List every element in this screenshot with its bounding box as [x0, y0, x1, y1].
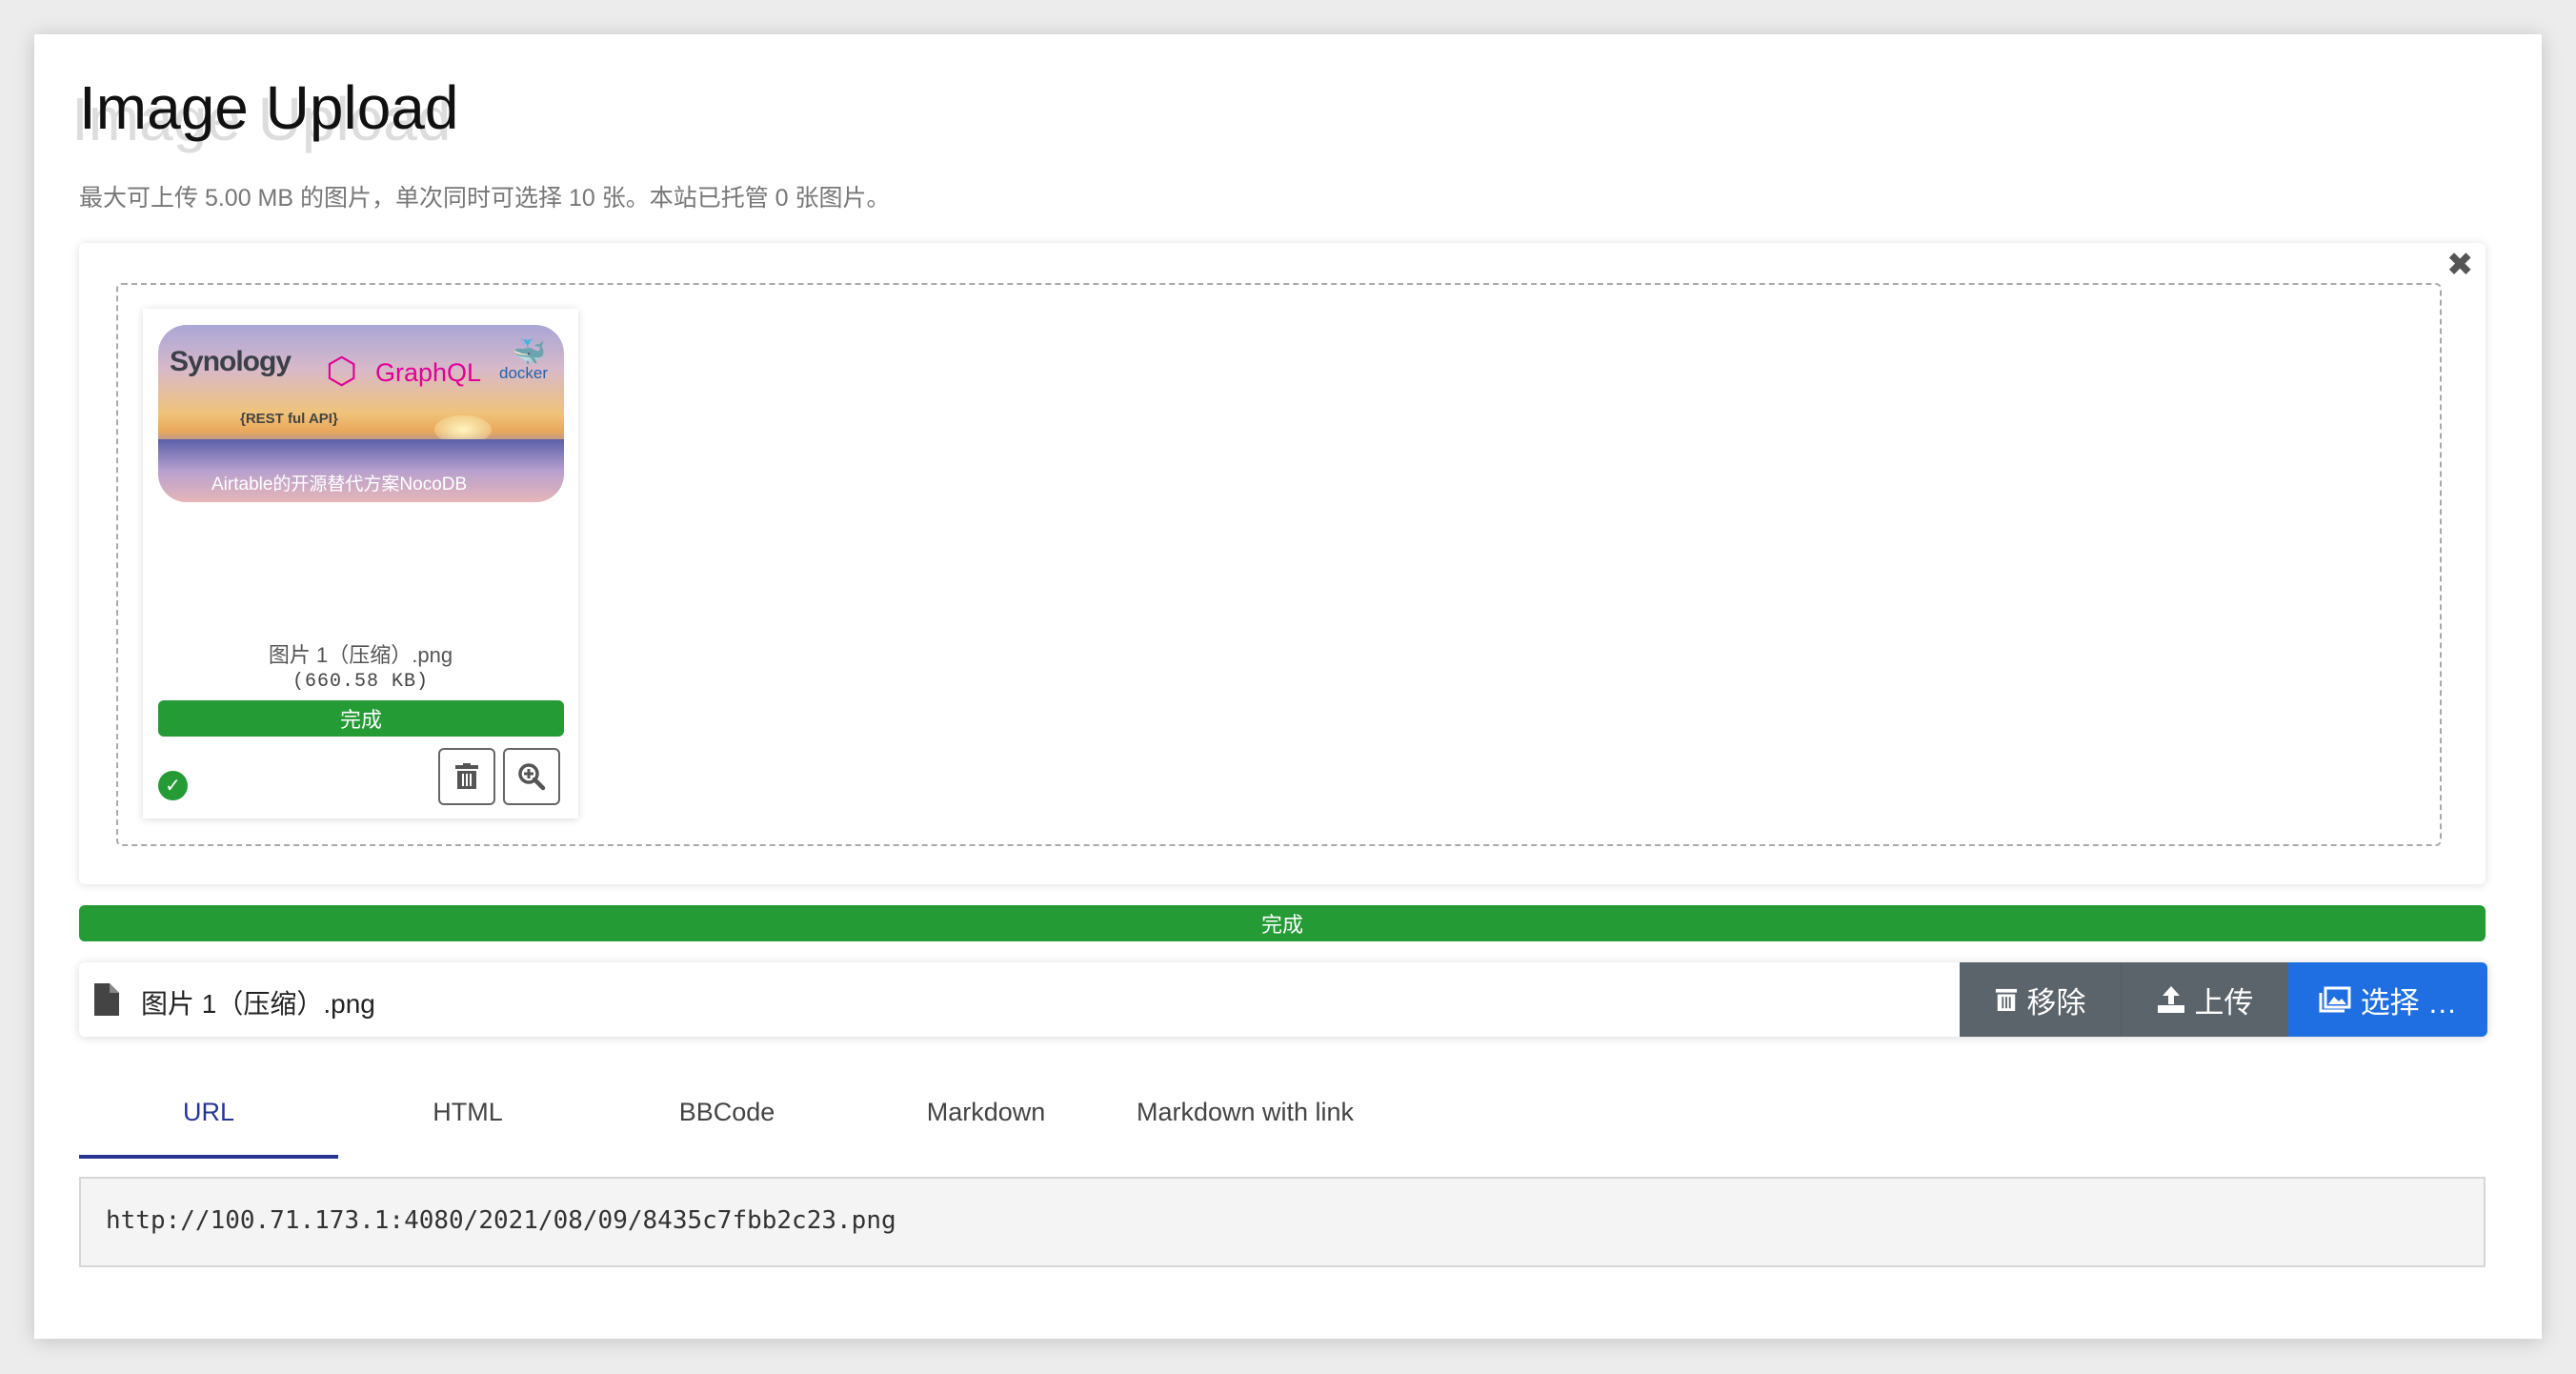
success-check-icon: ✓: [158, 771, 188, 800]
overall-progress-bar: 完成: [79, 905, 2485, 941]
tab-html[interactable]: HTML: [338, 1086, 597, 1157]
zoom-in-icon: [518, 763, 546, 791]
tab-markdown-with-link[interactable]: Markdown with link: [1116, 1086, 1375, 1157]
page-title: Image Upload: [79, 73, 459, 142]
overall-progress-fill: 完成: [79, 905, 2485, 941]
file-progress-fill: 完成: [158, 700, 564, 737]
trash-icon: [1995, 988, 2017, 1011]
tab-bbcode[interactable]: BBCode: [597, 1086, 856, 1157]
image-icon: [2319, 986, 2351, 1013]
preview-image: Synology ⬡ GraphQL 🐳 docker {REST ful AP…: [158, 325, 564, 502]
image-caption: Airtable的开源替代方案NocoDB: [211, 475, 468, 495]
zoom-preview-button[interactable]: [503, 748, 560, 805]
image-logo-text: GraphQL: [375, 358, 482, 387]
preview-filesize: (660.58 KB): [292, 671, 430, 693]
upload-limits-text: 最大可上传 5.00 MB 的图片，单次同时可选择 10 张。本站已托管 0 张…: [79, 185, 891, 212]
tab-url[interactable]: URL: [79, 1086, 338, 1159]
output-url-field[interactable]: http://100.71.173.1:4080/2021/08/09/8435…: [79, 1177, 2485, 1267]
image-logo-text: {REST ful API}: [240, 411, 338, 427]
preview-filename: 图片 1（压缩）.png: [268, 643, 453, 667]
remove-button[interactable]: 移除: [1960, 962, 2121, 1037]
file-caption-bar: 图片 1（压缩）.png 移除 上传 选择 …: [79, 962, 2487, 1037]
close-icon[interactable]: ✖: [2446, 246, 2474, 284]
image-logo-text: Synology: [170, 346, 292, 377]
selected-filename: 图片 1（压缩）.png: [141, 989, 375, 1019]
graphql-logo-icon: ⬡: [326, 352, 358, 392]
select-files-button[interactable]: 选择 …: [2288, 962, 2487, 1037]
remove-file-button[interactable]: [438, 748, 495, 805]
tab-markdown[interactable]: Markdown: [856, 1086, 1116, 1157]
upload-button[interactable]: 上传: [2121, 962, 2288, 1037]
trash-icon: [455, 763, 478, 789]
upload-icon: [2157, 986, 2184, 1013]
upload-label: 上传: [2194, 985, 2254, 1020]
file-preview-card: Synology ⬡ GraphQL 🐳 docker {REST ful AP…: [143, 309, 578, 818]
file-icon: [94, 983, 119, 1016]
file-progress-bar: 完成: [158, 700, 564, 737]
remove-label: 移除: [2026, 985, 2086, 1020]
output-format-tabs: URL HTML BBCode Markdown Markdown with l…: [79, 1086, 1375, 1159]
image-logo-text: docker: [499, 364, 549, 382]
select-label: 选择 …: [2360, 985, 2458, 1020]
